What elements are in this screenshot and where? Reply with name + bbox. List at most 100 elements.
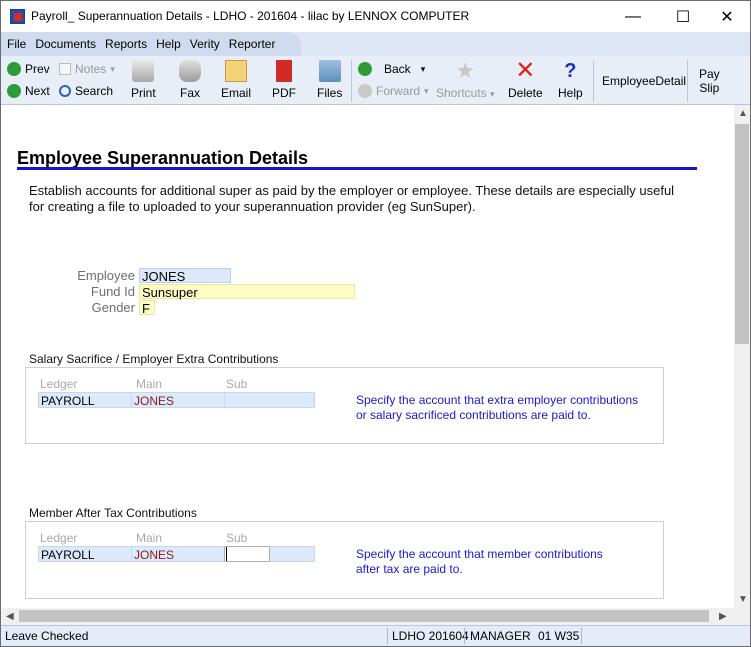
member-hint-line-2: after tax are paid to. — [356, 562, 463, 576]
page-title: Employee Superannuation Details — [17, 148, 309, 168]
window-title: Payroll_ Superannuation Details - LDHO -… — [31, 9, 470, 23]
menu-reports[interactable]: Reports — [105, 37, 147, 51]
menu-reporter[interactable]: Reporter — [229, 37, 276, 51]
salary-sub-field[interactable] — [224, 392, 315, 408]
printer-icon — [132, 60, 155, 82]
title-bar: Payroll_ Superannuation Details - LDHO -… — [1, 1, 750, 32]
help-button[interactable]: ? Help — [558, 60, 583, 100]
notes-button[interactable]: Notes ▾ — [59, 62, 115, 76]
status-company: LDHO 201604 — [392, 629, 469, 643]
salary-hint-line-1: Specify the account that extra employer … — [356, 393, 639, 407]
member-main-field[interactable]: JONES — [131, 546, 225, 562]
member-sub-field[interactable] — [224, 546, 270, 562]
menu-verity[interactable]: Verity — [190, 37, 220, 51]
back-button[interactable]: Back ▾ — [358, 62, 425, 76]
employee-field[interactable]: JONES — [139, 268, 231, 284]
minimize-button[interactable]: — — [610, 1, 656, 32]
status-divider — [581, 628, 582, 644]
salary-section-box: Ledger Main Sub PAYROLL JONES Specify th… — [25, 367, 664, 444]
menu-documents[interactable]: Documents — [35, 37, 96, 51]
app-logo-icon — [10, 9, 25, 24]
salary-hint-line-2: or salary sacrificed contributions are p… — [356, 408, 591, 422]
salary-col-main: Main — [136, 377, 163, 391]
status-period: 01 W35 — [538, 629, 580, 643]
status-divider — [387, 628, 388, 644]
vertical-scrollbar[interactable]: ▲ ▼ — [734, 105, 750, 608]
status-bar: Leave Checked LDHO 201604 MANAGER 01 W35 — [1, 625, 750, 646]
scroll-left-icon[interactable]: ◀ — [6, 611, 14, 622]
horizontal-scrollbar[interactable]: ◀ ▶ — [1, 608, 734, 625]
member-col-ledger: Ledger — [40, 531, 78, 545]
pdf-icon — [276, 60, 292, 82]
scrollbar-corner — [734, 608, 750, 625]
scroll-down-icon[interactable]: ▼ — [738, 594, 748, 605]
toolbar-separator — [593, 60, 594, 102]
folder-icon — [318, 60, 341, 82]
gender-field[interactable]: F — [139, 300, 155, 316]
chevron-down-icon: ▾ — [420, 63, 426, 74]
status-message: Leave Checked — [5, 629, 89, 643]
maximize-button[interactable]: ☐ — [660, 1, 706, 32]
pdf-button[interactable]: PDF — [272, 60, 296, 100]
shortcuts-button[interactable]: ★ Shortcuts ▾ — [436, 58, 495, 101]
content-area: Employee Superannuation Details Establis… — [1, 105, 734, 608]
star-icon: ★ — [455, 58, 476, 83]
employee-label: Employee — [77, 268, 135, 283]
help-icon: ? — [564, 60, 577, 82]
menu-file[interactable]: File — [7, 37, 26, 51]
pay-slip-button[interactable]: Pay Slip — [699, 67, 720, 95]
employee-detail-button[interactable]: EmployeeDetail — [602, 74, 686, 88]
close-button[interactable]: ✕ — [704, 1, 750, 32]
member-ledger-field[interactable]: PAYROLL — [38, 546, 132, 562]
fax-button[interactable]: Fax — [179, 60, 201, 100]
status-user: MANAGER — [470, 629, 531, 643]
chevron-down-icon: ▾ — [490, 89, 495, 99]
prev-button[interactable]: Prev — [7, 62, 50, 76]
chevron-down-icon: ▾ — [110, 63, 115, 74]
menu-bar: File Documents Reports Help Verity Repor… — [1, 32, 750, 56]
horizontal-scroll-thumb[interactable] — [19, 610, 709, 622]
search-icon — [59, 85, 71, 97]
toolbar: Prev Next Notes ▾ Search Print Fax Email — [1, 56, 750, 105]
email-icon — [225, 60, 247, 82]
member-section-box: Ledger Main Sub PAYROLL JONES Specify th… — [25, 521, 664, 599]
intro-text: Establish accounts for additional super … — [29, 183, 675, 214]
back-arrow-icon — [358, 62, 372, 76]
chevron-down-icon: ▾ — [424, 85, 429, 96]
salary-section-title: Salary Sacrifice / Employer Extra Contri… — [29, 352, 279, 366]
fund-id-field[interactable]: Sunsuper — [139, 284, 355, 300]
status-divider — [464, 628, 465, 644]
member-hint-line-1: Specify the account that member contribu… — [356, 547, 603, 561]
text-caret — [226, 547, 227, 561]
salary-col-sub: Sub — [226, 377, 248, 391]
salary-ledger-field[interactable]: PAYROLL — [38, 392, 132, 408]
gender-label: Gender — [91, 300, 135, 315]
toolbar-separator — [351, 60, 352, 102]
fund-id-label: Fund Id — [90, 284, 135, 299]
member-col-main: Main — [136, 531, 163, 545]
menu-help[interactable]: Help — [156, 37, 181, 51]
fax-icon — [179, 60, 201, 82]
arrow-right-icon — [7, 84, 21, 98]
salary-main-field[interactable]: JONES — [131, 392, 225, 408]
app-window: Payroll_ Superannuation Details - LDHO -… — [0, 0, 751, 647]
search-button[interactable]: Search — [59, 84, 113, 98]
email-button[interactable]: Email — [221, 60, 251, 100]
notes-icon — [59, 63, 71, 75]
salary-col-ledger: Ledger — [40, 377, 78, 391]
title-underline — [17, 167, 697, 170]
scroll-right-icon[interactable]: ▶ — [719, 611, 727, 622]
delete-button[interactable]: ✕ Delete — [508, 57, 543, 101]
files-button[interactable]: Files — [317, 60, 342, 100]
toolbar-separator — [687, 60, 688, 102]
forward-arrow-icon — [358, 84, 372, 98]
member-col-sub: Sub — [226, 531, 248, 545]
scroll-up-icon[interactable]: ▲ — [738, 108, 748, 119]
member-section-title: Member After Tax Contributions — [29, 506, 197, 520]
forward-button[interactable]: Forward ▾ — [358, 84, 429, 98]
arrow-left-icon — [7, 62, 21, 76]
next-button[interactable]: Next — [7, 84, 50, 98]
vertical-scroll-thumb[interactable] — [735, 124, 749, 344]
delete-x-icon: ✕ — [515, 57, 536, 84]
print-button[interactable]: Print — [131, 60, 156, 100]
